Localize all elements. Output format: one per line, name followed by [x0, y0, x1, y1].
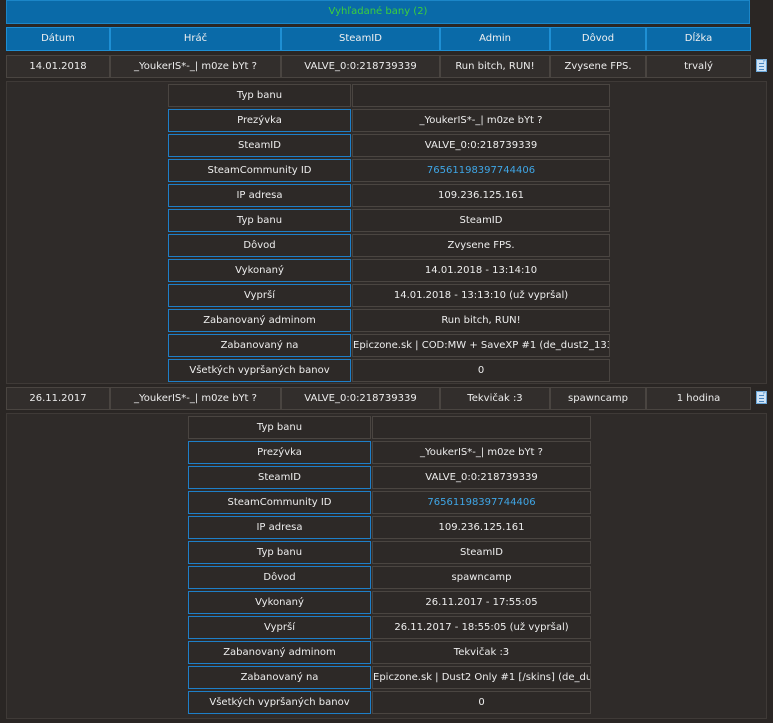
detail-value: spawncamp — [372, 566, 591, 589]
detail-label: Typ banu — [188, 416, 371, 439]
header-date[interactable]: Dátum — [6, 27, 110, 51]
detail-label: Zabanovaný na — [188, 666, 371, 689]
results-title: Vyhľadané bany (2) — [6, 0, 750, 24]
cell-date: 26.11.2017 — [6, 387, 110, 410]
detail-label: SteamID — [188, 466, 371, 489]
document-icon[interactable] — [756, 391, 767, 404]
detail-value: VALVE_0:0:218739339 — [352, 134, 610, 157]
detail-label: SteamCommunity ID — [188, 491, 371, 514]
document-icon[interactable] — [756, 59, 767, 72]
detail-value: Tekvičak :3 — [372, 641, 591, 664]
detail-value: 76561198397744406 — [352, 159, 610, 182]
detail-label: Vyprší — [168, 284, 351, 307]
cell-reason: spawncamp — [550, 387, 646, 410]
cell-admin: Tekvičak :3 — [440, 387, 550, 410]
detail-label: Všetkých vypršaných banov — [188, 691, 371, 714]
detail-label: Zabanovaný na — [168, 334, 351, 357]
detail-value: 26.11.2017 - 17:55:05 — [372, 591, 591, 614]
detail-value — [372, 416, 591, 439]
steamcommunity-link[interactable]: 76561198397744406 — [427, 165, 535, 176]
detail-value: Run bitch, RUN! — [352, 309, 610, 332]
detail-value: 109.236.125.161 — [352, 184, 610, 207]
detail-value: 0 — [352, 359, 610, 382]
detail-label: Prezývka — [168, 109, 351, 132]
detail-label: SteamCommunity ID — [168, 159, 351, 182]
cell-player: _YoukerIS*-_| m0ze bYt ? — [110, 387, 281, 410]
detail-label: Všetkých vypršaných banov — [168, 359, 351, 382]
cell-date: 14.01.2018 — [6, 55, 110, 78]
detail-value: 0 — [372, 691, 591, 714]
detail-value — [352, 84, 610, 107]
cell-length: 1 hodina — [646, 387, 751, 410]
detail-value: VALVE_0:0:218739339 — [372, 466, 591, 489]
cell-reason: Zvysene FPS. — [550, 55, 646, 78]
detail-value: 109.236.125.161 — [372, 516, 591, 539]
detail-value: SteamID — [352, 209, 610, 232]
header-admin[interactable]: Admin — [440, 27, 550, 51]
detail-value: Epiczone.sk | Dust2 Only #1 [/skins] (de… — [372, 666, 591, 689]
detail-value: 14.01.2018 - 13:14:10 — [352, 259, 610, 282]
detail-label: Dôvod — [168, 234, 351, 257]
cell-player: _YoukerIS*-_| m0ze bYt ? — [110, 55, 281, 78]
detail-value: _YoukerIS*-_| m0ze bYt ? — [352, 109, 610, 132]
steamcommunity-link[interactable]: 76561198397744406 — [427, 497, 535, 508]
detail-label: SteamID — [168, 134, 351, 157]
cell-admin: Run bitch, RUN! — [440, 55, 550, 78]
detail-value: 26.11.2017 - 18:55:05 (už vypršal) — [372, 616, 591, 639]
header-reason[interactable]: Dôvod — [550, 27, 646, 51]
detail-label: Zabanovaný adminom — [188, 641, 371, 664]
detail-label: Typ banu — [168, 84, 351, 107]
detail-label: Dôvod — [188, 566, 371, 589]
detail-label: Vykonaný — [168, 259, 351, 282]
detail-value: SteamID — [372, 541, 591, 564]
detail-label: Vyprší — [188, 616, 371, 639]
detail-label: IP adresa — [188, 516, 371, 539]
detail-label: Typ banu — [188, 541, 371, 564]
detail-label: Zabanovaný adminom — [168, 309, 351, 332]
ban-list-page: Vyhľadané bany (2) Dátum Hráč SteamID Ad… — [0, 0, 773, 723]
detail-value: Zvysene FPS. — [352, 234, 610, 257]
detail-value: _YoukerIS*-_| m0ze bYt ? — [372, 441, 591, 464]
cell-length: trvalý — [646, 55, 751, 78]
detail-value: 14.01.2018 - 13:13:10 (už vypršal) — [352, 284, 610, 307]
header-player[interactable]: Hráč — [110, 27, 281, 51]
header-steamid[interactable]: SteamID — [281, 27, 440, 51]
cell-steamid: VALVE_0:0:218739339 — [281, 387, 440, 410]
cell-steamid: VALVE_0:0:218739339 — [281, 55, 440, 78]
header-length[interactable]: Dĺžka — [646, 27, 751, 51]
detail-label: Vykonaný — [188, 591, 371, 614]
detail-value: 76561198397744406 — [372, 491, 591, 514]
detail-label: Typ banu — [168, 209, 351, 232]
detail-value: Epiczone.sk | COD:MW + SaveXP #1 (de_dus… — [352, 334, 610, 357]
detail-label: IP adresa — [168, 184, 351, 207]
detail-label: Prezývka — [188, 441, 371, 464]
